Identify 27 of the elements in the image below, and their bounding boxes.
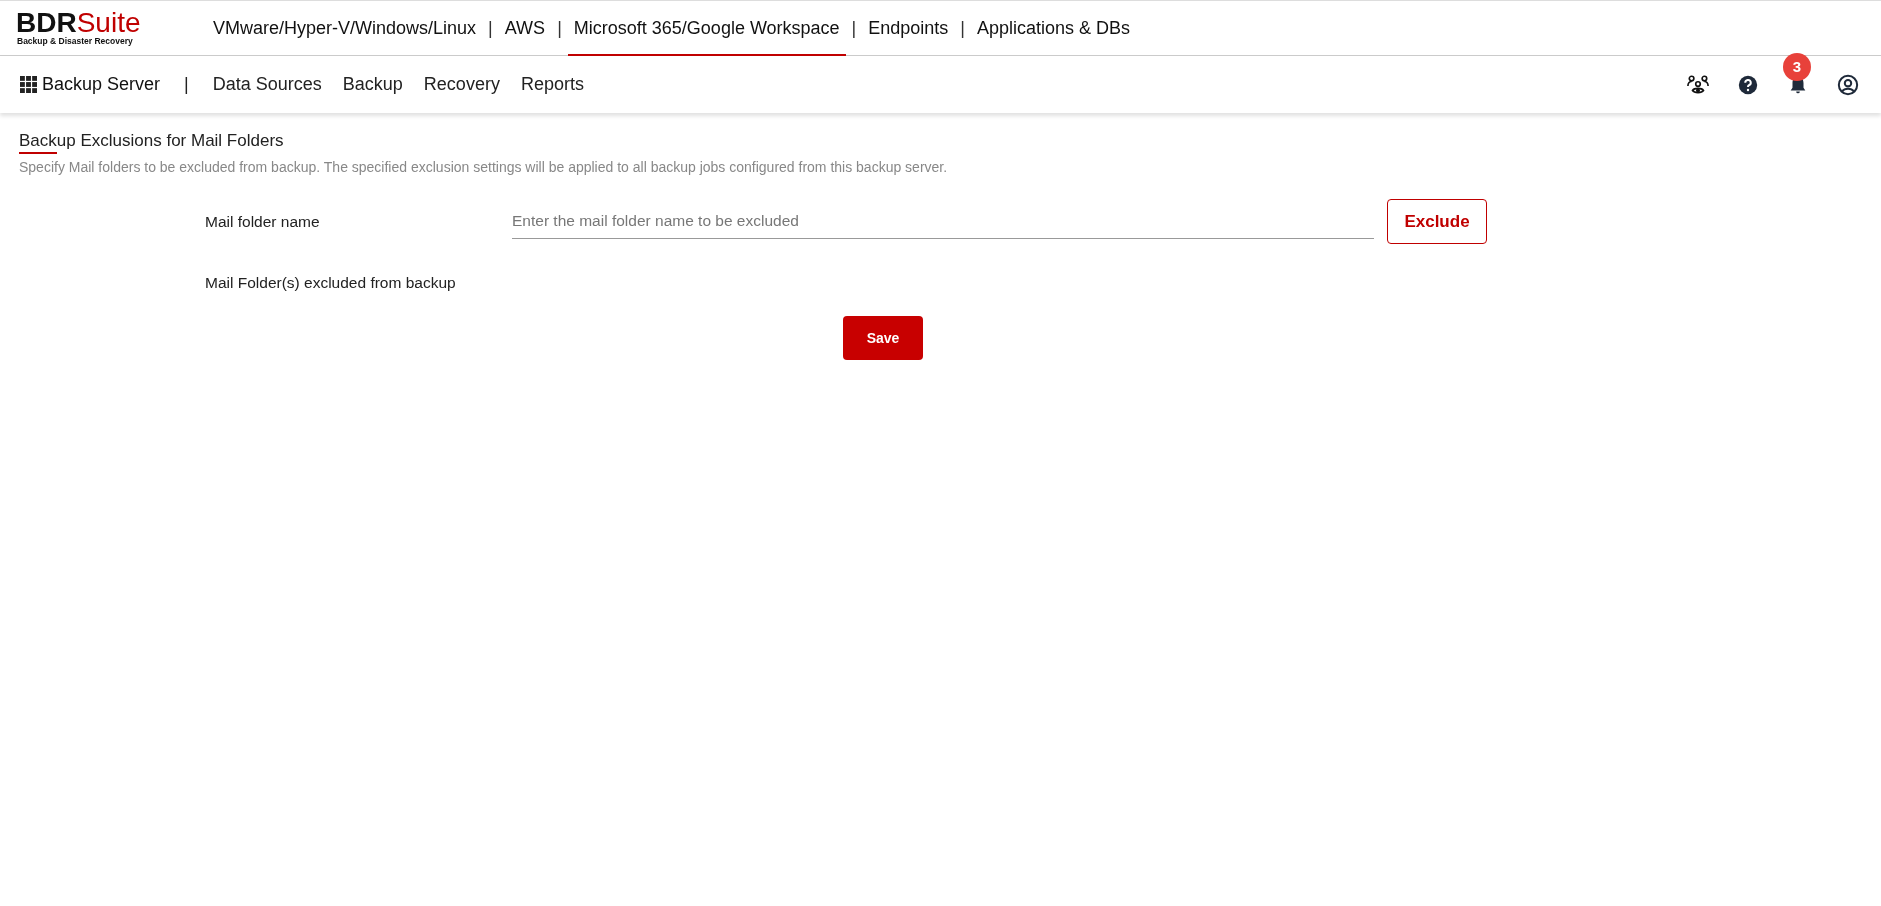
menu-link[interactable]: Backup	[342, 74, 403, 95]
brand-logo: BDRSuite Backup & Disaster Recovery	[15, 10, 142, 46]
page-title: Backup Exclusions for Mail Folders	[19, 131, 284, 154]
menu-separator: |	[184, 74, 189, 95]
product-tab[interactable]: AWS	[498, 2, 552, 56]
product-tab[interactable]: Microsoft 365/Google Workspace	[567, 2, 846, 56]
save-button[interactable]: Save	[843, 316, 923, 360]
menu-link[interactable]: Recovery	[423, 74, 500, 95]
notification-badge: 3	[1783, 52, 1811, 81]
tab-separator: |	[556, 17, 563, 39]
server-title[interactable]: Backup Server	[42, 74, 161, 95]
users-icon[interactable]	[1687, 73, 1709, 96]
product-tab[interactable]: VMware/Hyper-V/Windows/Linux	[207, 2, 483, 56]
page-description: Specify Mail folders to be excluded from backup. The specified exclusion settings will be applied to all backup jobs configured from this backup server.	[19, 159, 949, 175]
exclude-button[interactable]: Exclude	[1387, 199, 1487, 244]
field-label: Mail folder name	[205, 212, 321, 231]
excluded-list-label: Mail Folder(s) excluded from backup	[205, 274, 456, 291]
product-tab[interactable]: Applications & DBs	[971, 2, 1137, 56]
menu-link[interactable]: Reports	[520, 74, 584, 95]
tab-separator: |	[487, 17, 494, 39]
apps-grid-icon[interactable]	[20, 76, 37, 93]
product-tab[interactable]: Endpoints	[862, 2, 955, 56]
help-icon[interactable]	[1737, 73, 1759, 96]
tab-separator: |	[850, 17, 858, 39]
menu-link[interactable]: Data Sources	[212, 74, 322, 95]
user-account-icon[interactable]	[1837, 73, 1859, 96]
tab-separator: |	[959, 17, 967, 39]
